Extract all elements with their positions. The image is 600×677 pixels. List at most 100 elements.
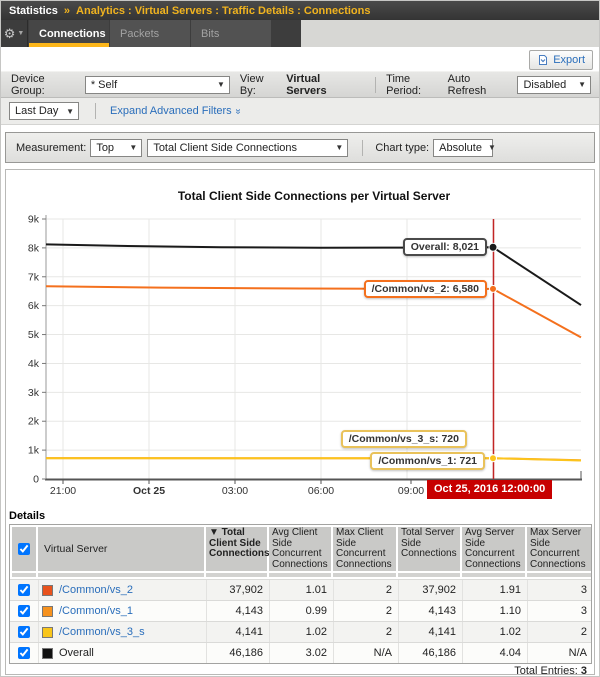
total-entries: Total Entries: 3 [514, 665, 587, 677]
tab-label: Bits [201, 28, 219, 40]
cell-value: 3 [527, 580, 591, 600]
chevron-down-icon: ▼ [17, 30, 24, 37]
measurement-bar: Measurement: Top ▼ Total Client Side Con… [5, 132, 595, 163]
metric-select[interactable]: Total Client Side Connections ▼ [147, 139, 348, 157]
cell-value: 1.91 [462, 580, 525, 600]
virtual-server-cell: /Common/vs_1 [38, 601, 204, 621]
view-by-label: View By: [240, 73, 282, 97]
chart-title: Total Client Side Connections per Virtua… [46, 189, 582, 203]
row-checkbox[interactable] [18, 584, 30, 596]
row-checkbox-cell [12, 584, 36, 596]
dropdown-arrow-icon: ▼ [488, 143, 496, 152]
cell-value: N/A [333, 643, 396, 663]
cell-value: 2 [333, 580, 396, 600]
options-gear-button[interactable]: ⚙ ▼ [1, 20, 28, 47]
chart-type-select[interactable]: Absolute ▼ [433, 139, 493, 157]
column-header[interactable]: Virtual Server [38, 527, 204, 571]
series-color-swatch [42, 627, 53, 638]
cell-value: 4,141 [206, 622, 267, 642]
time-range-select[interactable]: Last Day ▼ [9, 102, 79, 120]
column-header[interactable]: Avg Server Side Concurrent Connections [462, 527, 525, 571]
breadcrumb: Analytics : Virtual Servers : Traffic De… [76, 5, 370, 17]
tab-label: Connections [39, 28, 106, 40]
cell-value: 2 [333, 601, 396, 621]
divider [95, 103, 96, 119]
total-entries-label: Total Entries: [514, 665, 578, 677]
export-icon [537, 54, 549, 66]
analytics-window: Statistics » Analytics : Virtual Servers… [0, 0, 600, 677]
cell-value: 3.02 [269, 643, 331, 663]
column-header[interactable]: Max Client Side Concurrent Connections [333, 527, 396, 571]
dropdown-arrow-icon: ▼ [129, 143, 137, 152]
export-button[interactable]: Export [529, 50, 593, 70]
select-all-checkbox[interactable] [18, 543, 30, 555]
table-row: /Common/vs_237,9021.01237,9021.913 [10, 579, 591, 600]
time-range-bar: Last Day ▼ Expand Advanced Filters» [1, 98, 599, 125]
device-group-label: Device Group: [11, 73, 81, 97]
series-color-swatch [42, 585, 53, 596]
tab-strip-dark: ⚙ ▼ Connections Packets Bits [1, 20, 301, 47]
cell-value: 37,902 [398, 580, 460, 600]
cell-value: 1.02 [462, 622, 525, 642]
device-group-select[interactable]: * Self ▼ [85, 76, 230, 94]
row-label: Overall [59, 647, 94, 659]
chart-tooltip: Overall: 8,021 [403, 238, 487, 256]
virtual-server-link[interactable]: /Common/vs_3_s [59, 626, 145, 638]
row-checkbox-cell [12, 626, 36, 638]
details-table: Virtual Server▼ Total Client Side Connec… [9, 524, 592, 664]
virtual-server-cell: Overall [38, 643, 204, 663]
chart-tooltip: /Common/vs_1: 721 [370, 452, 485, 470]
row-checkbox[interactable] [18, 605, 30, 617]
virtual-server-link[interactable]: /Common/vs_2 [59, 584, 133, 596]
view-by-value: Virtual Servers [286, 73, 363, 97]
breadcrumb-separator-icon: » [64, 5, 70, 17]
divider [375, 77, 376, 93]
series-color-swatch [42, 648, 53, 659]
tab-strip: ⚙ ▼ Connections Packets Bits [1, 20, 600, 47]
header-sub-strip [10, 571, 591, 579]
chart-type-label: Chart type: [375, 142, 429, 154]
column-header[interactable]: Total Server Side Connections [398, 527, 460, 571]
cell-value: 4,141 [398, 622, 460, 642]
column-header[interactable]: ▼ Total Client Side Connections [206, 527, 267, 571]
tab-connections[interactable]: Connections [29, 20, 109, 47]
tab-label: Packets [120, 28, 159, 40]
cell-value: 4,143 [398, 601, 460, 621]
cell-value: 3 [527, 601, 591, 621]
cell-value: N/A [527, 643, 591, 663]
measurement-label: Measurement: [16, 142, 86, 154]
column-header[interactable]: Avg Client Side Concurrent Connections [269, 527, 331, 571]
cursor-time-badge: Oct 25, 2016 12:00:00 [427, 480, 552, 499]
expand-advanced-filters-link[interactable]: Expand Advanced Filters» [110, 105, 240, 117]
chart-type-value: Absolute [439, 142, 482, 154]
cell-value: 46,186 [206, 643, 267, 663]
expand-filters-label: Expand Advanced Filters [110, 105, 232, 117]
row-checkbox[interactable] [18, 647, 30, 659]
virtual-server-cell: /Common/vs_2 [38, 580, 204, 600]
cell-value: 0.99 [269, 601, 331, 621]
cell-value: 37,902 [206, 580, 267, 600]
cell-value: 2 [333, 622, 396, 642]
virtual-server-cell: /Common/vs_3_s [38, 622, 204, 642]
cell-value: 4.04 [462, 643, 525, 663]
filter-bar: Device Group: * Self ▼ View By: Virtual … [1, 71, 599, 98]
table-row: /Common/vs_14,1430.9924,1431.103 [10, 600, 591, 621]
details-title: Details [9, 510, 45, 522]
auto-refresh-label: Auto Refresh [448, 73, 512, 97]
virtual-server-link[interactable]: /Common/vs_1 [59, 605, 133, 617]
time-period-label: Time Period: [386, 73, 448, 97]
auto-refresh-value: Disabled [523, 79, 566, 91]
tab-bits[interactable]: Bits [191, 20, 271, 47]
table-row: /Common/vs_3_s4,1411.0224,1411.022 [10, 621, 591, 642]
tab-packets[interactable]: Packets [110, 20, 190, 47]
cell-value: 46,186 [398, 643, 460, 663]
device-group-value: * Self [91, 79, 117, 91]
column-header[interactable]: Max Server Side Concurrent Connections [527, 527, 591, 571]
cell-value: 1.10 [462, 601, 525, 621]
auto-refresh-select[interactable]: Disabled ▼ [517, 76, 591, 94]
dropdown-arrow-icon: ▼ [217, 80, 225, 89]
total-entries-value: 3 [581, 665, 587, 677]
dropdown-arrow-icon: ▼ [335, 143, 343, 152]
rank-select[interactable]: Top ▼ [90, 139, 142, 157]
row-checkbox[interactable] [18, 626, 30, 638]
